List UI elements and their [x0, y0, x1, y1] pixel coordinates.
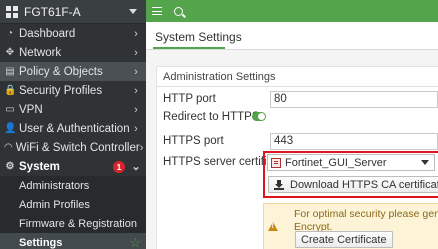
download-ca-cert-label: Download HTTPS CA certificate	[290, 178, 438, 191]
section-title: Administration Settings	[163, 71, 276, 83]
sidebar-item-wifi-switch[interactable]: ◠ WiFi & Switch Controller ›	[0, 138, 146, 157]
download-icon	[274, 179, 284, 190]
sidebar-item-user-authentication[interactable]: 👤 User & Authentication ›	[0, 119, 146, 138]
wifi-icon: ◠	[4, 142, 13, 153]
warning-text: For optimal security please generate a E…	[294, 208, 438, 233]
sidebar-item-dashboard[interactable]: ◔ Dashboard ›	[0, 24, 146, 43]
search-icon[interactable]	[174, 6, 183, 16]
warning-line-1: For optimal security please generate a	[294, 208, 438, 220]
https-cert-select[interactable]: Fortinet_GUI_Server	[267, 154, 435, 171]
sidebar-item-network[interactable]: ✥ Network ›	[0, 43, 146, 62]
sidebar-subitem-label: Administrators	[19, 179, 90, 192]
https-port-input[interactable]: 443	[270, 133, 438, 150]
user-icon: 👤	[4, 123, 17, 134]
chevron-right-icon: ›	[134, 84, 138, 97]
sidebar-item-vpn[interactable]: ▭ VPN ›	[0, 100, 146, 119]
network-icon: ✥	[5, 47, 15, 58]
sidebar-subitem-label: Firmware & Registration	[19, 217, 137, 230]
sidebar-item-system[interactable]: ⚙ System 1 ⌄	[0, 157, 146, 176]
dashboard-icon: ◔	[6, 28, 14, 39]
policy-icon: ▤	[5, 66, 15, 77]
vpn-icon: ▭	[5, 104, 15, 115]
sidebar-item-label: Policy & Objects	[19, 65, 103, 78]
warning-icon	[268, 222, 278, 231]
device-header[interactable]: FGT61F-A	[0, 0, 146, 24]
sidebar-item-label: Network	[19, 46, 62, 59]
create-certificate-button[interactable]: Create Certificate	[295, 231, 393, 248]
page-title: System Settings	[155, 30, 242, 44]
sidebar-item-label: Security Profiles	[19, 84, 103, 97]
chevron-right-icon: ›	[134, 46, 138, 59]
download-ca-cert-button[interactable]: Download HTTPS CA certificate	[268, 176, 438, 193]
redirect-https-label: Redirect to HTTPS	[163, 111, 260, 123]
chevron-down-icon	[421, 160, 429, 165]
section-divider	[157, 86, 438, 87]
https-cert-value: Fortinet_GUI_Server	[285, 156, 387, 169]
create-certificate-label: Create Certificate	[301, 233, 387, 246]
sidebar-item-label: VPN	[19, 103, 43, 116]
http-port-input[interactable]: 80	[270, 91, 438, 108]
chevron-right-icon: ›	[134, 65, 138, 78]
sidebar-item-policy-objects[interactable]: ▤ Policy & Objects ›	[0, 62, 146, 81]
gear-icon: ⚙	[5, 161, 15, 172]
https-port-label: HTTPS port	[163, 135, 224, 147]
sidebar-item-label: System	[19, 160, 60, 173]
sidebar-subitem-label: Settings	[19, 236, 63, 249]
certificate-icon	[271, 157, 281, 168]
notification-badge: 1	[113, 160, 125, 173]
top-bar	[146, 0, 438, 22]
sidebar-item-label: WiFi & Switch Controller	[15, 141, 140, 154]
sidebar-subitem-settings[interactable]: Settings ☆	[0, 233, 146, 249]
sidebar-item-security-profiles[interactable]: 🔒 Security Profiles ›	[0, 81, 146, 100]
menu-icon[interactable]	[152, 7, 162, 15]
chevron-right-icon: ›	[134, 27, 138, 40]
star-icon[interactable]: ☆	[129, 235, 141, 249]
sidebar-item-label: Dashboard	[19, 27, 76, 40]
chevron-down-icon: ⌄	[131, 161, 141, 173]
chevron-right-icon: ›	[139, 141, 144, 154]
security-profiles-icon: 🔒	[4, 85, 17, 96]
redirect-https-toggle[interactable]	[252, 112, 266, 121]
device-name: FGT61F-A	[24, 4, 81, 19]
chevron-right-icon: ›	[134, 122, 138, 135]
sidebar-subitem-firmware[interactable]: Firmware & Registration	[0, 214, 146, 233]
sidebar-subitem-admin-profiles[interactable]: Admin Profiles	[0, 195, 146, 214]
sidebar-subitem-label: Admin Profiles	[19, 198, 90, 211]
sidebar-subitem-administrators[interactable]: Administrators	[0, 176, 146, 195]
sidebar-item-label: User & Authentication	[19, 122, 130, 135]
sidebar: FGT61F-A ◔ Dashboard › ✥ Network › ▤ Pol…	[0, 0, 146, 249]
fortinet-logo-icon	[6, 5, 18, 18]
http-port-label: HTTP port	[163, 93, 216, 105]
chevron-right-icon: ›	[134, 103, 138, 116]
title-accent-bar	[153, 47, 225, 49]
chevron-down-icon[interactable]	[129, 9, 137, 14]
